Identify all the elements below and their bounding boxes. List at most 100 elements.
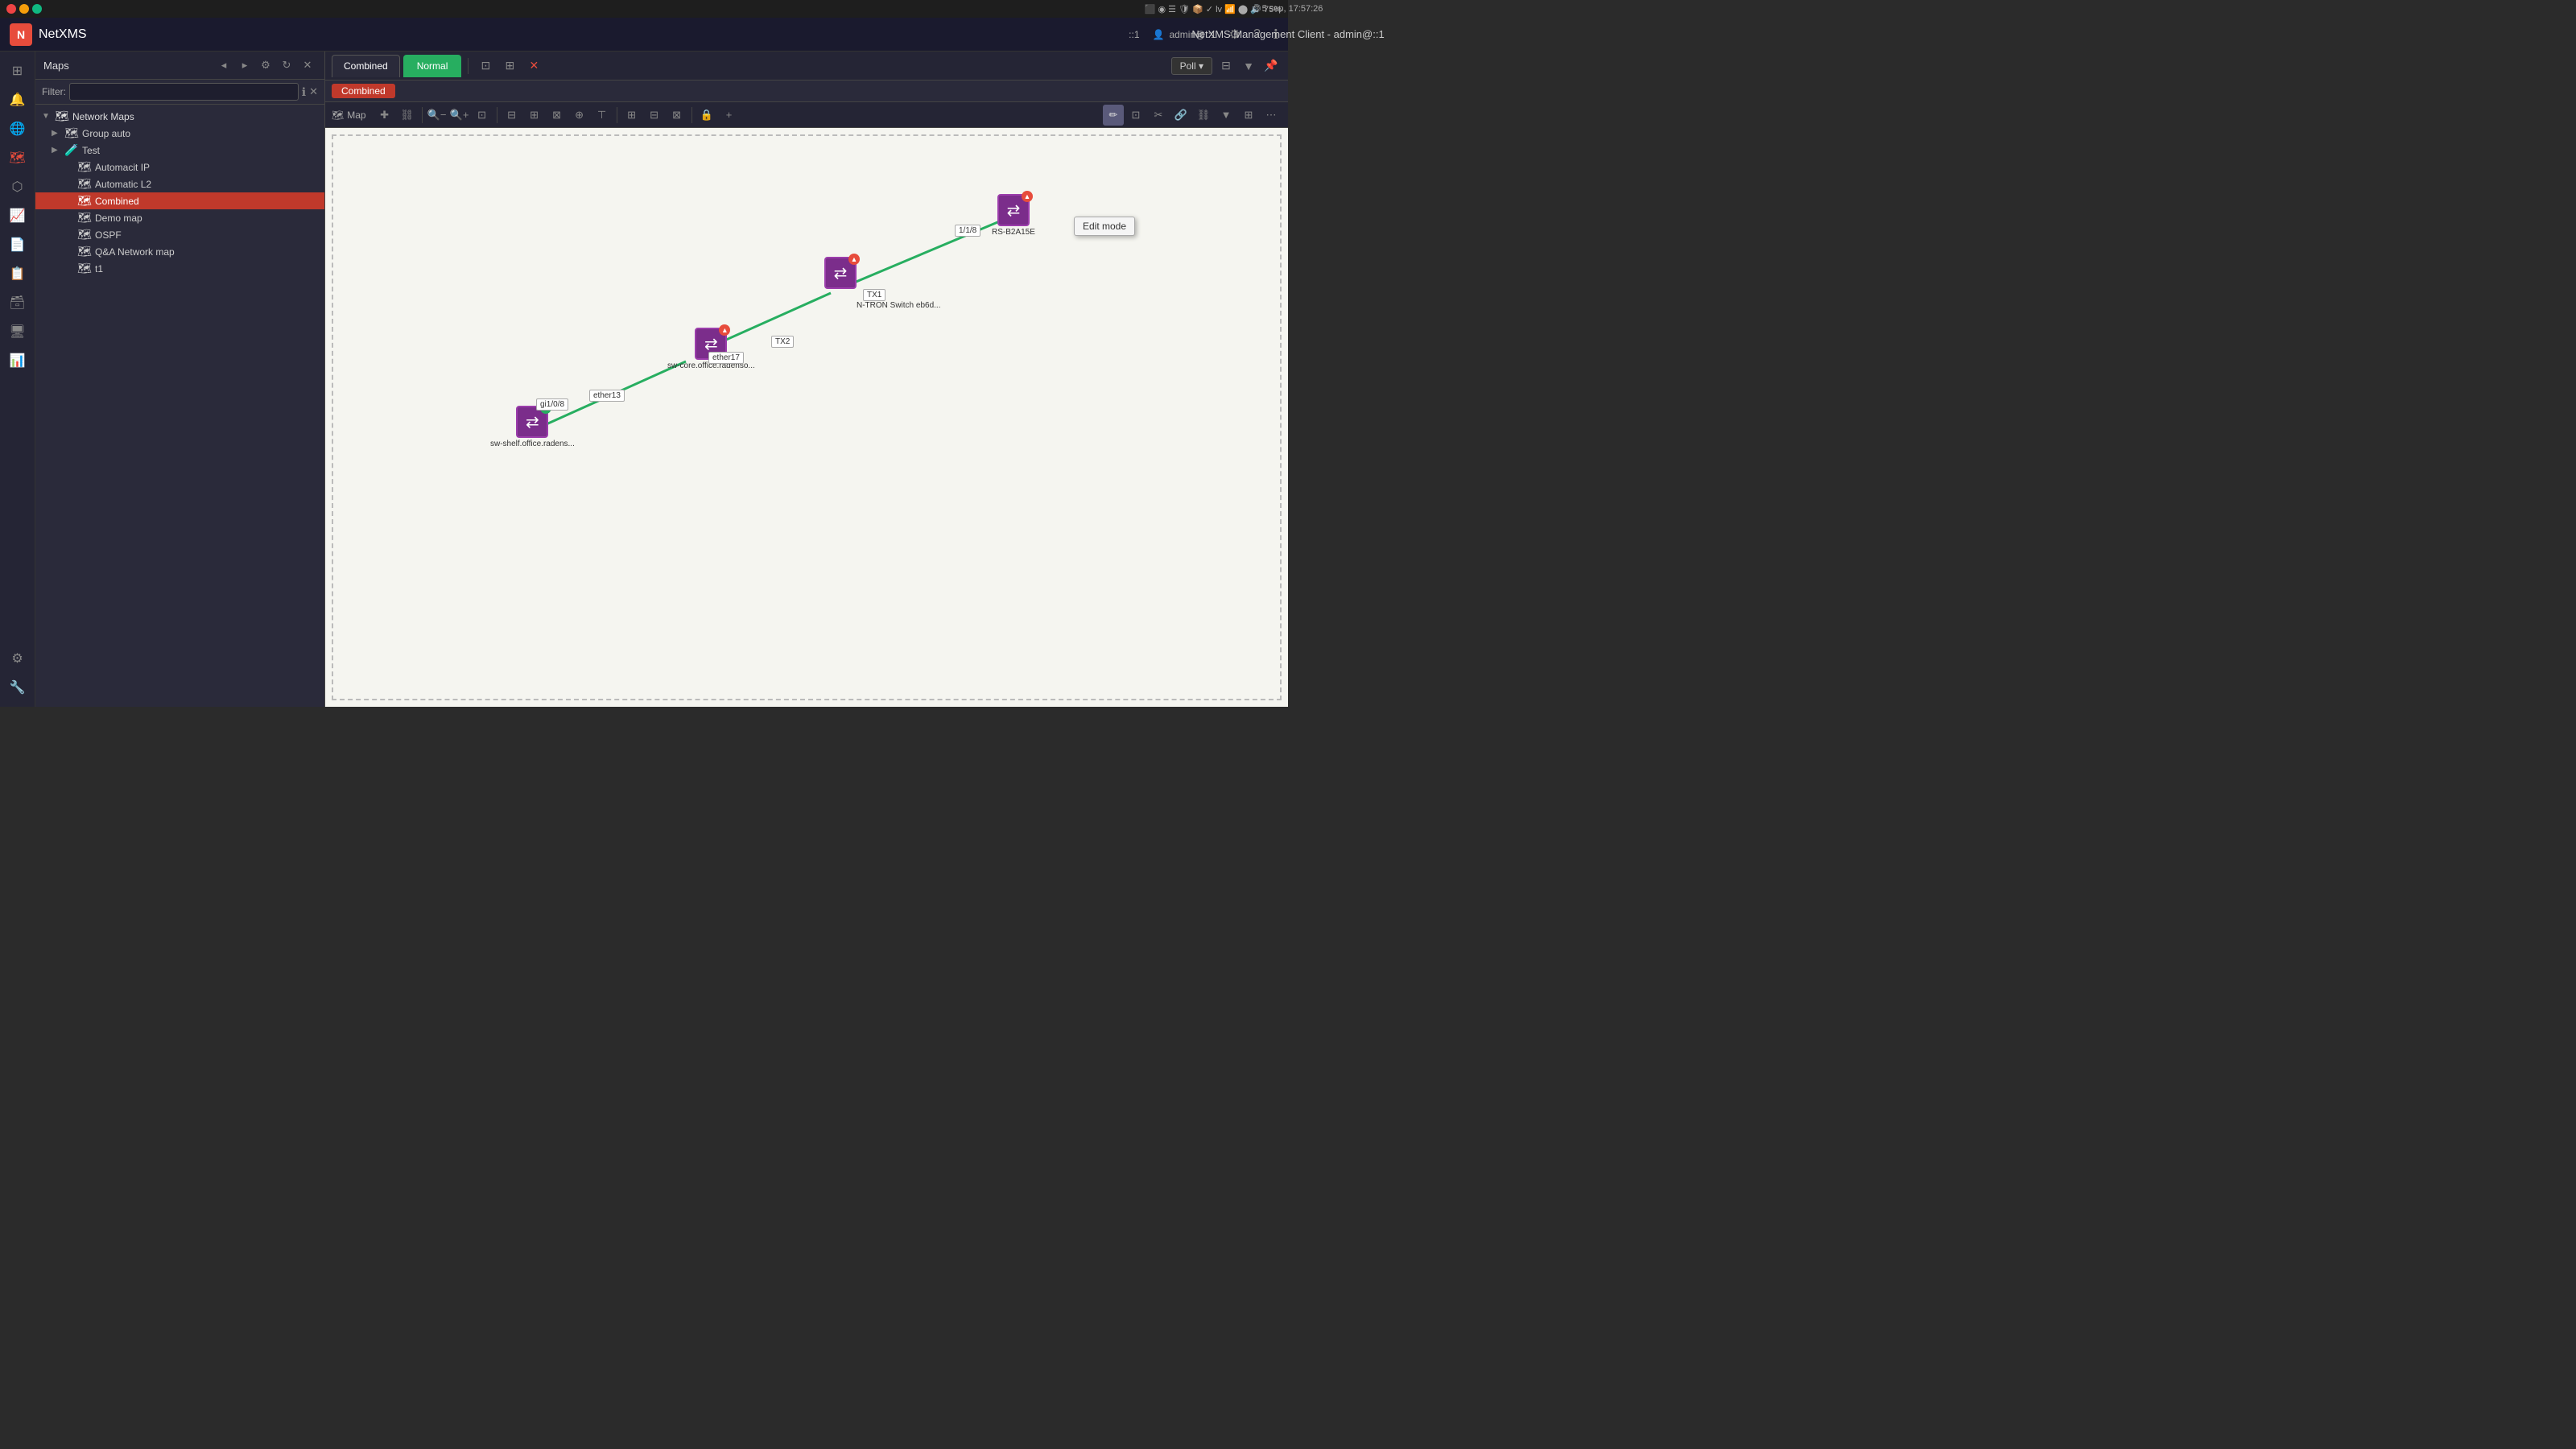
toolbar-top[interactable]: ⊤ bbox=[592, 105, 613, 126]
node-sw-core[interactable]: ⇄ ▲ sw-core.office.radenso... bbox=[667, 328, 755, 370]
toolbar-plus[interactable]: + bbox=[719, 105, 740, 126]
toolbar-link2[interactable]: ⛓ bbox=[1193, 105, 1214, 126]
ntron-label: N-TRON Switch eb6d... bbox=[857, 301, 940, 310]
toolbar-scissors[interactable]: ✂ bbox=[1148, 105, 1169, 126]
title-bar-left bbox=[6, 4, 42, 14]
map-canvas[interactable]: ⇄ sw-shelf.office.radens... gi1/0/8 ⇄ ▲ … bbox=[325, 128, 1288, 707]
toolbar-lock[interactable]: 🔒 bbox=[696, 105, 717, 126]
tree-item-demo-map[interactable]: 🗺 Demo map bbox=[35, 209, 324, 226]
sidebar-icon-network[interactable]: 🌐 bbox=[5, 116, 31, 142]
sidebar-icon-maps[interactable]: 🗺 bbox=[5, 145, 31, 171]
tab-normal[interactable]: Normal bbox=[403, 55, 462, 77]
tree-item-t1[interactable]: 🗺 t1 bbox=[35, 260, 324, 277]
tab-close-button[interactable]: ✕ bbox=[523, 56, 544, 76]
tab-combined-label: Combined bbox=[344, 60, 388, 72]
sidebar-icon-metrics[interactable]: 📊 bbox=[5, 348, 31, 374]
logo-icon: N bbox=[10, 23, 32, 46]
refresh-button[interactable]: ↻ bbox=[278, 56, 295, 74]
minimize-button[interactable] bbox=[19, 4, 29, 14]
sidebar-icon-overview[interactable]: ⊞ bbox=[5, 58, 31, 84]
node-badge-ntron: ▲ bbox=[848, 254, 860, 265]
edit-mode-tooltip: Edit mode bbox=[1074, 217, 1135, 236]
node-ntron[interactable]: ⇄ ▲ bbox=[824, 257, 857, 289]
map-connections-svg bbox=[325, 128, 1288, 707]
toolbar-grid2[interactable]: ⊟ bbox=[644, 105, 665, 126]
tab-copy-button[interactable]: ⊞ bbox=[499, 56, 520, 76]
tab-save-button[interactable]: ⊡ bbox=[475, 56, 496, 76]
tree-icon-automatic-l2: 🗺 bbox=[77, 177, 92, 191]
breadcrumb-combined[interactable]: Combined bbox=[332, 84, 395, 98]
toolbar-pencil[interactable]: ✏ bbox=[1103, 105, 1124, 126]
sidebar-icon-monitor[interactable]: 🖥 bbox=[5, 319, 31, 345]
port-label-ether17: ether17 bbox=[708, 352, 744, 364]
window-controls[interactable] bbox=[6, 4, 42, 14]
tree-label-qa-network-map: Q&A Network map bbox=[95, 246, 318, 258]
toolbar-fit[interactable]: ⊡ bbox=[472, 105, 493, 126]
back-button[interactable]: ◂ bbox=[215, 56, 233, 74]
sidebar-icon-settings[interactable]: ⚙ bbox=[5, 646, 31, 671]
toolbar-dropdown[interactable]: ▼ bbox=[1216, 105, 1236, 126]
filter-info-icon[interactable]: ℹ bbox=[302, 85, 306, 99]
tree-item-automatic-l2[interactable]: 🗺 Automatic L2 bbox=[35, 175, 324, 192]
tree-item-ospf[interactable]: 🗺 OSPF bbox=[35, 226, 324, 243]
toolbar-link1[interactable]: 🔗 bbox=[1170, 105, 1191, 126]
filter-input[interactable] bbox=[69, 83, 299, 101]
maximize-button[interactable] bbox=[32, 4, 42, 14]
node-icon-sw-core: ⇄ bbox=[704, 334, 718, 354]
toolbar-grid1[interactable]: ⊞ bbox=[621, 105, 642, 126]
filter-button[interactable]: ⚙ bbox=[257, 56, 275, 74]
filter-clear-icon[interactable]: ✕ bbox=[309, 85, 318, 98]
toolbar-zoom-out[interactable]: 🔍− bbox=[427, 105, 448, 126]
tree-root-icon: 🗺 bbox=[55, 109, 69, 123]
node-label-rs-b2a15e: RS-B2A15E bbox=[992, 228, 1035, 237]
tab-combined[interactable]: Combined bbox=[332, 55, 400, 77]
tree-item-group-auto[interactable]: ▶ 🗺 Group auto bbox=[35, 125, 324, 142]
toolbar-add-object[interactable]: ✚ bbox=[374, 105, 395, 126]
tree-item-test[interactable]: ▶ 🧪 Test bbox=[35, 142, 324, 159]
toolbar-right: ✏ ⊡ ✂ 🔗 ⛓ ▼ ⊞ ⋯ bbox=[1103, 105, 1282, 126]
tab-view-drop[interactable]: ▼ bbox=[1238, 56, 1259, 76]
toolbar-align-h[interactable]: ⊟ bbox=[502, 105, 522, 126]
toolbar-center-v[interactable]: ⊕ bbox=[569, 105, 590, 126]
toolbar-sep-1 bbox=[422, 107, 423, 123]
tree-root-arrow: ▼ bbox=[42, 112, 52, 121]
tree-icon-qa-network-map: 🗺 bbox=[77, 245, 92, 258]
tree-item-automacit-ip[interactable]: 🗺 Automacit IP bbox=[35, 159, 324, 175]
sidebar-icon-inventory[interactable]: 🗃 bbox=[5, 290, 31, 316]
close-button[interactable] bbox=[6, 4, 16, 14]
node-badge-rs-b2a15e: ▲ bbox=[1022, 191, 1033, 202]
toolbar-more[interactable]: ⋯ bbox=[1261, 105, 1282, 126]
toolbar-add-link[interactable]: ⛓ bbox=[397, 105, 418, 126]
sidebar-icon-graphs[interactable]: 📈 bbox=[5, 203, 31, 229]
maps-panel: Maps ◂ ▸ ⚙ ↻ ✕ Filter: ℹ ✕ ▼ 🗺 Network M… bbox=[35, 52, 325, 707]
toolbar-copy-view[interactable]: ⊡ bbox=[1125, 105, 1146, 126]
toolbar-align-v[interactable]: ⊞ bbox=[524, 105, 545, 126]
poll-label: Poll ▾ bbox=[1180, 60, 1203, 72]
poll-button[interactable]: Poll ▾ bbox=[1171, 57, 1212, 75]
sidebar-icon-objects[interactable]: 📋 bbox=[5, 261, 31, 287]
sidebar-icon-reports[interactable]: 📄 bbox=[5, 232, 31, 258]
node-sw-shelf[interactable]: ⇄ sw-shelf.office.radens... bbox=[490, 406, 575, 448]
sidebar-icon-alerts[interactable]: 🔔 bbox=[5, 87, 31, 113]
tab-bar: Combined Normal ⊡ ⊞ ✕ Poll ▾ ⊟ ▼ 📌 bbox=[325, 52, 1288, 80]
main-layout: ⊞ 🔔 🌐 🗺 ⬡ 📈 📄 📋 🗃 🖥 📊 ⚙ 🔧 Maps ◂ ▸ ⚙ ↻ ✕… bbox=[0, 52, 1288, 707]
node-rs-b2a15e[interactable]: ⇄ ▲ RS-B2A15E bbox=[992, 194, 1035, 237]
toolbar-open[interactable]: ⊞ bbox=[1238, 105, 1259, 126]
node-icon-rs-b2a15e: ⇄ bbox=[1007, 200, 1021, 221]
map-toolbar: 🗺 Map ✚ ⛓ 🔍− 🔍+ ⊡ ⊟ ⊞ ⊠ ⊕ ⊤ ⊞ ⊟ ⊠ 🔒 + ✏ bbox=[325, 102, 1288, 128]
close-panel-button[interactable]: ✕ bbox=[299, 56, 316, 74]
tree-item-qa-network-map[interactable]: 🗺 Q&A Network map bbox=[35, 243, 324, 260]
forward-button[interactable]: ▸ bbox=[236, 56, 254, 74]
panel-header-actions: ◂ ▸ ⚙ ↻ ✕ bbox=[215, 56, 316, 74]
toolbar-zoom-in[interactable]: 🔍+ bbox=[449, 105, 470, 126]
tree-item-combined[interactable]: 🗺 Combined bbox=[35, 192, 324, 209]
tab-view-list[interactable]: ⊟ bbox=[1216, 56, 1236, 76]
map-label-text: Map bbox=[347, 109, 365, 121]
sidebar-icon-tools[interactable]: 🔧 bbox=[5, 675, 31, 700]
tree-label-group-auto: Group auto bbox=[82, 128, 318, 139]
toolbar-center-h[interactable]: ⊠ bbox=[547, 105, 568, 126]
tree-root-network-maps[interactable]: ▼ 🗺 Network Maps bbox=[35, 108, 324, 125]
sidebar-icon-topology[interactable]: ⬡ bbox=[5, 174, 31, 200]
toolbar-grid3[interactable]: ⊠ bbox=[667, 105, 687, 126]
tab-pin[interactable]: 📌 bbox=[1261, 56, 1282, 76]
